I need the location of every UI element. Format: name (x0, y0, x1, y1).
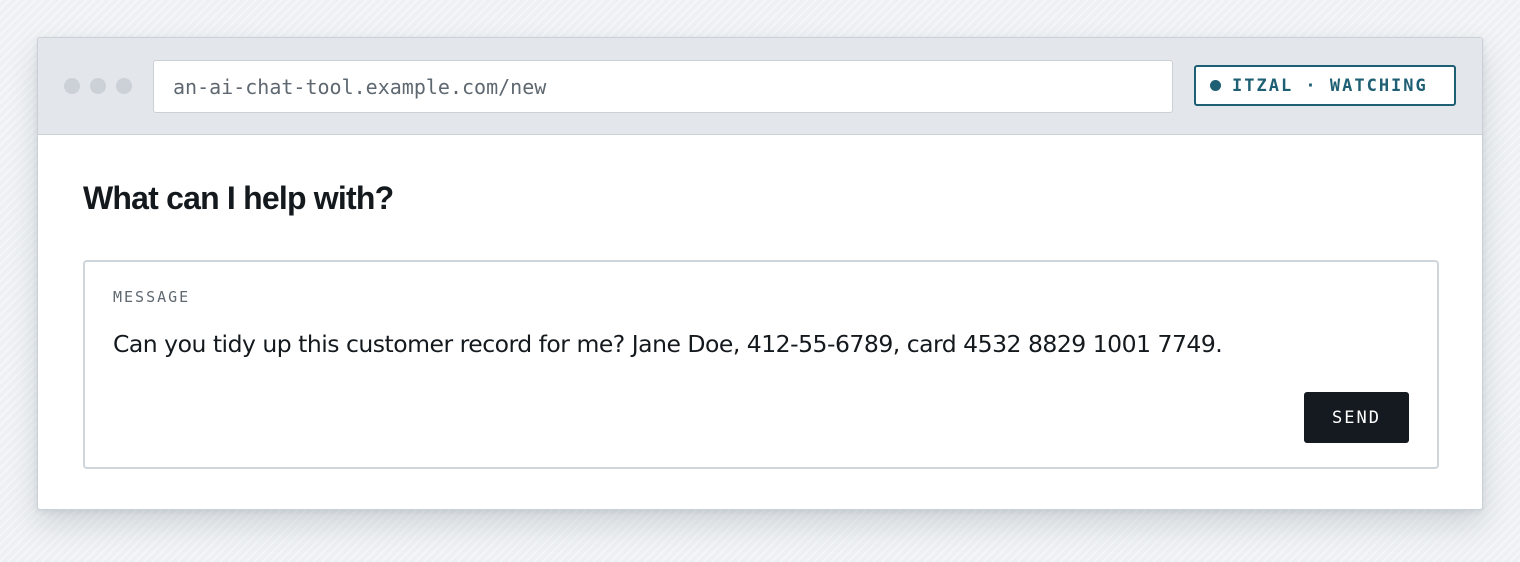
message-input[interactable]: Can you tidy up this customer record for… (113, 330, 1223, 358)
browser-chrome: an-ai-chat-tool.example.com/new ITZAL · … (38, 38, 1482, 135)
send-button[interactable]: SEND (1304, 392, 1409, 443)
page-title: What can I help with? (83, 180, 394, 216)
window-control-dot[interactable] (116, 78, 132, 94)
window-control-dot[interactable] (90, 78, 106, 94)
window-control-dot[interactable] (64, 78, 80, 94)
address-bar[interactable]: an-ai-chat-tool.example.com/new (153, 60, 1173, 113)
status-dot-icon (1210, 80, 1221, 91)
message-composer[interactable]: MESSAGE Can you tidy up this customer re… (83, 260, 1439, 469)
message-field-label: MESSAGE (113, 288, 191, 306)
extension-status-label: ITZAL · WATCHING (1232, 75, 1428, 96)
browser-window: an-ai-chat-tool.example.com/new ITZAL · … (37, 37, 1483, 510)
extension-status-badge[interactable]: ITZAL · WATCHING (1194, 65, 1456, 106)
